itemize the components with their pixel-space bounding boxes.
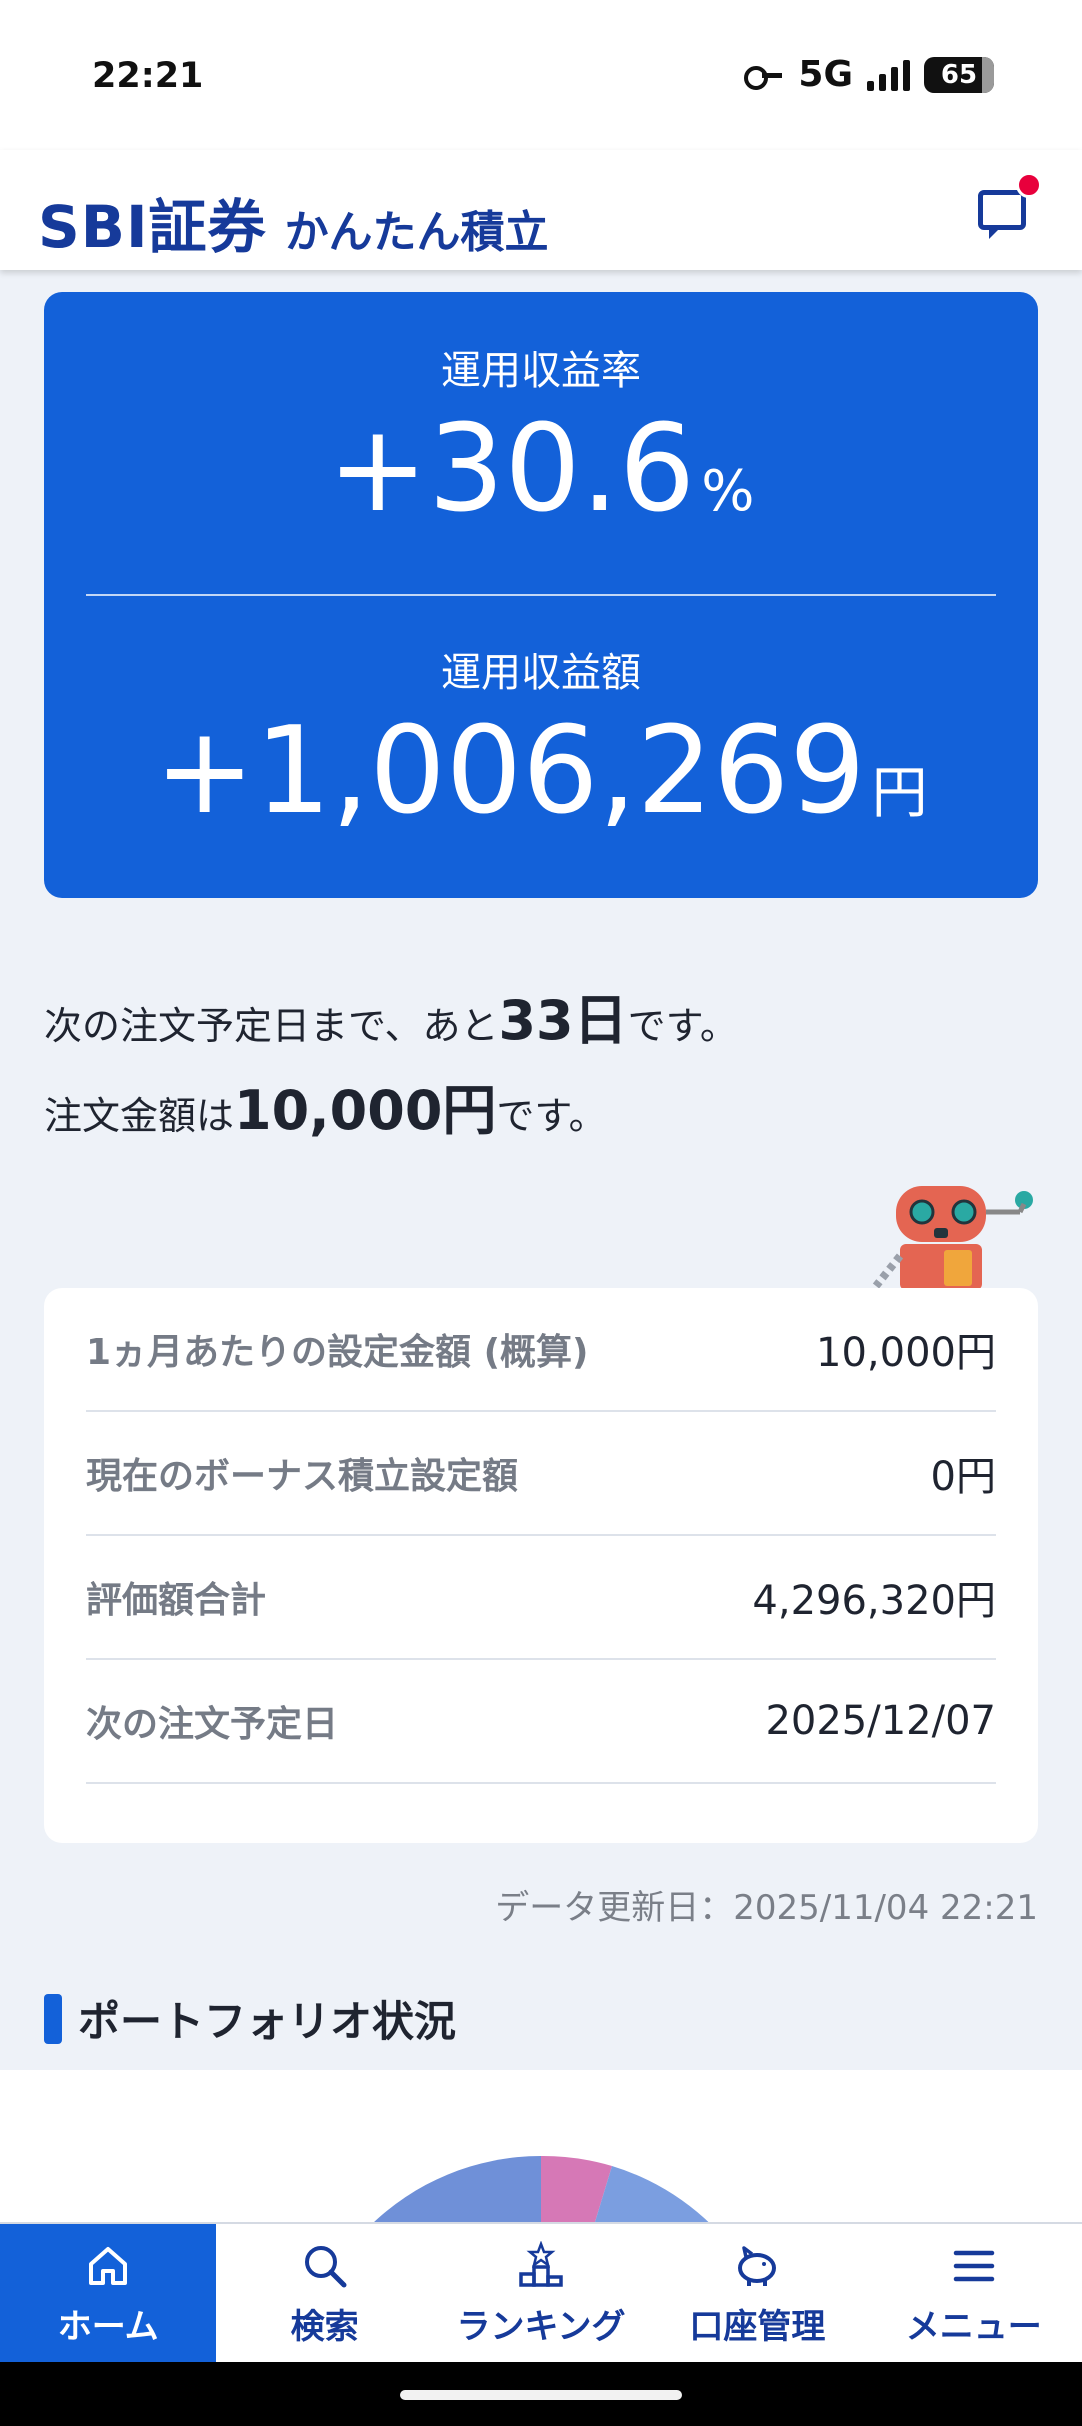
countdown-suffix: です。 — [627, 1004, 738, 1048]
detail-label: 1ヵ月あたりの設定金額 (概算) — [86, 1332, 589, 1373]
order-amount-suffix: です。 — [496, 1094, 607, 1138]
detail-value: 2025/12/07 — [765, 1698, 996, 1744]
search-icon — [304, 2245, 347, 2287]
battery-icon: 65 — [924, 56, 994, 93]
message-button[interactable] — [978, 172, 1042, 239]
nav-label: 検索 — [290, 2306, 359, 2347]
nav-label: ランキング — [456, 2306, 626, 2347]
return-amount-value: +1,006,269 円 — [44, 712, 1038, 832]
detail-label: 評価額合計 — [86, 1580, 267, 1621]
notification-badge — [1016, 172, 1042, 198]
vpn-key-icon — [744, 64, 784, 90]
order-amount-value: 10,000円 — [234, 1079, 497, 1142]
status-bar: 22:21 5G 65 — [0, 0, 1082, 150]
countdown-days: 33日 — [498, 989, 628, 1052]
order-amount-text: 注文金額は10,000円です。 — [44, 1066, 607, 1145]
portfolio-panel — [0, 2070, 1082, 2225]
return-amount-number: +1,006,269 — [154, 702, 866, 841]
nav-account[interactable]: 口座管理 — [649, 2224, 865, 2364]
section-accent-bar — [44, 1993, 62, 2044]
portfolio-section-header: ポートフォリオ状況 — [44, 1988, 456, 2049]
return-rate-unit: % — [701, 459, 755, 524]
system-gesture-bar — [0, 2362, 1082, 2426]
detail-label: 次の注文予定日 — [86, 1704, 339, 1745]
detail-row-monthly: 1ヵ月あたりの設定金額 (概算) 10,000円 — [86, 1288, 996, 1412]
nav-ranking[interactable]: ランキング — [433, 2224, 649, 2364]
chat-icon — [978, 190, 1026, 239]
summary-divider — [86, 594, 996, 596]
status-time: 22:21 — [92, 56, 204, 96]
nav-home[interactable]: ホーム — [0, 2224, 217, 2364]
menu-icon — [953, 2250, 994, 2281]
detail-row-bonus: 現在のボーナス積立設定額 0円 — [86, 1412, 996, 1536]
nav-label: 口座管理 — [689, 2306, 826, 2347]
detail-value: 10,000円 — [816, 1330, 996, 1376]
signal-icon — [867, 59, 910, 91]
performance-summary-card: 運用収益率 +30.6% 運用収益額 +1,006,269 円 — [44, 292, 1038, 898]
bottom-navigation: ホーム 検索 ランキング 口座管理 メニュー — [0, 2222, 1082, 2364]
return-amount-unit: 円 — [871, 761, 928, 826]
nav-label: ホーム — [57, 2306, 159, 2347]
detail-row-valuation: 評価額合計 4,296,320円 — [86, 1536, 996, 1660]
status-icons: 5G 65 — [744, 54, 994, 95]
detail-row-next-order: 次の注文予定日 2025/12/07 — [86, 1660, 996, 1784]
network-type: 5G — [798, 54, 853, 95]
portfolio-title: ポートフォリオ状況 — [78, 1997, 457, 2046]
nav-label: メニュー — [905, 2306, 1042, 2347]
home-icon — [89, 2246, 128, 2285]
detail-label: 現在のボーナス積立設定額 — [86, 1456, 519, 1497]
brand-logo: SBI証券 かんたん積立 — [38, 180, 549, 264]
detail-value: 0円 — [930, 1454, 996, 1500]
data-updated-timestamp: データ更新日：2025/11/04 22:21 — [495, 1888, 1038, 1928]
return-amount-label: 運用収益額 — [441, 650, 641, 696]
brand-name: SBI証券 — [38, 193, 267, 261]
return-rate-label: 運用収益率 — [441, 348, 641, 394]
nav-search[interactable]: 検索 — [216, 2224, 432, 2364]
ranking-icon — [519, 2240, 563, 2287]
piggy-bank-icon — [738, 2245, 777, 2286]
next-order-countdown: 次の注文予定日まで、あと33日です。 — [44, 976, 738, 1055]
return-rate-number: +30.6 — [327, 400, 696, 539]
portfolio-pie-chart — [371, 2155, 712, 2225]
battery-level: 65 — [940, 59, 978, 90]
return-rate-value: +30.6% — [44, 410, 1038, 530]
robot-mascot — [872, 1186, 1033, 1290]
product-name: かんたん積立 — [284, 207, 549, 258]
countdown-prefix: 次の注文予定日まで、あと — [44, 1004, 499, 1048]
settings-detail-card: 1ヵ月あたりの設定金額 (概算) 10,000円 現在のボーナス積立設定額 0円… — [44, 1288, 1038, 1843]
nav-menu[interactable]: メニュー — [866, 2224, 1082, 2364]
detail-value: 4,296,320円 — [752, 1578, 996, 1624]
app-header: SBI証券 かんたん積立 — [0, 150, 1082, 270]
home-gesture-handle[interactable] — [400, 2390, 682, 2400]
order-amount-prefix: 注文金額は — [44, 1094, 235, 1138]
